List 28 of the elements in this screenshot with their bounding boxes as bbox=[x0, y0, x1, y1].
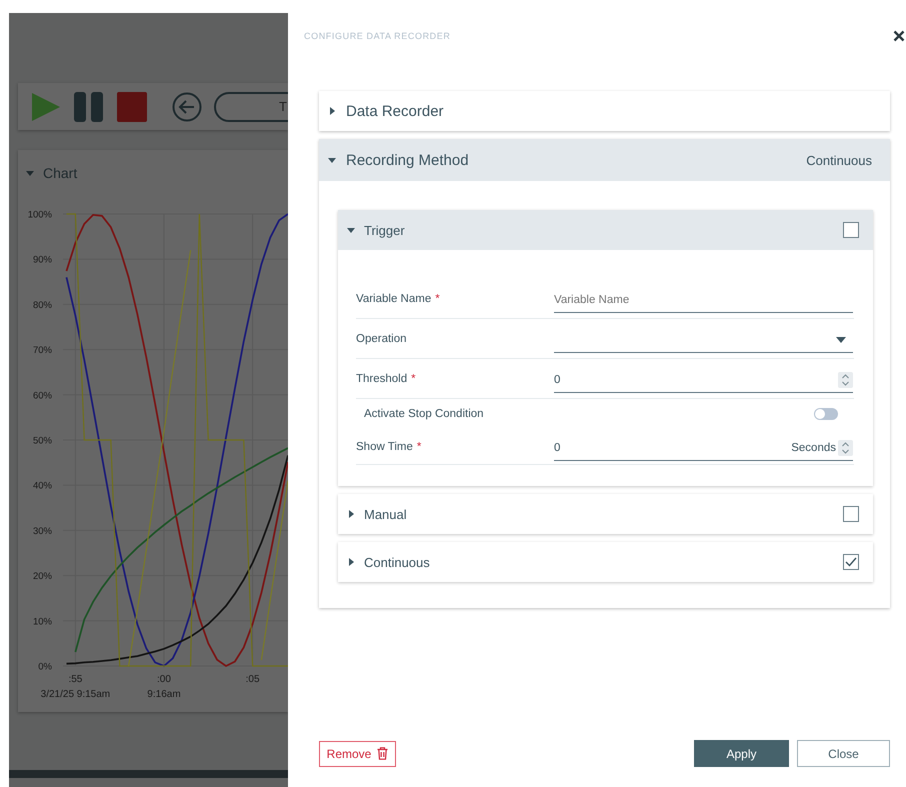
axis-label: 30% bbox=[32, 526, 52, 537]
axis-label: 80% bbox=[32, 300, 52, 311]
panel-title: Chart bbox=[43, 164, 78, 180]
axis-label: 0% bbox=[38, 662, 52, 672]
unit-label: Seconds bbox=[791, 442, 836, 454]
field-label: Variable Name bbox=[356, 292, 432, 304]
section-value: Continuous bbox=[806, 152, 872, 168]
axis-label: :55 bbox=[68, 674, 82, 685]
axis-label: 100% bbox=[28, 210, 52, 220]
axis-label: 70% bbox=[32, 345, 52, 356]
drawer-title: CONFIGURE DATA RECORDER bbox=[304, 31, 450, 41]
axis-label: 10% bbox=[32, 616, 52, 628]
axis-label: 3/21/25 9:15am bbox=[40, 689, 110, 700]
required-mark: * bbox=[416, 440, 422, 452]
axis-label: 90% bbox=[32, 254, 52, 266]
axis-label: :00 bbox=[157, 674, 171, 685]
field-label: Operation bbox=[356, 332, 407, 344]
axis-label: 50% bbox=[32, 436, 52, 446]
field-label: Show Time bbox=[356, 440, 413, 452]
axis-label: 9:16am bbox=[147, 689, 181, 700]
field-label: Activate Stop Condition bbox=[363, 408, 484, 420]
field-label: Threshold bbox=[356, 372, 408, 384]
axis-label: 20% bbox=[32, 571, 52, 582]
axis-label: :05 bbox=[246, 674, 260, 685]
required-mark: * bbox=[411, 372, 416, 384]
required-mark: * bbox=[435, 292, 440, 304]
axis-label: 60% bbox=[32, 390, 52, 402]
axis-label: 40% bbox=[32, 480, 52, 492]
